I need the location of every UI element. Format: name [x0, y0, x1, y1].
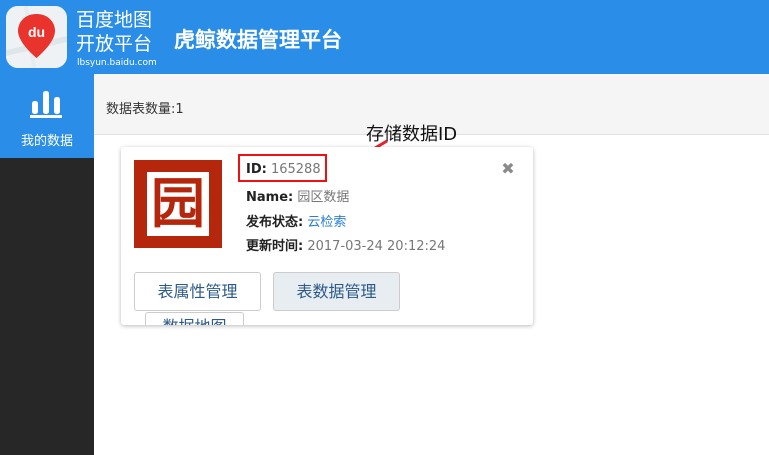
name-key: Name: — [246, 190, 294, 205]
map-pin-icon: du — [6, 6, 67, 68]
logo-line2: 开放平台 — [76, 33, 153, 55]
table-thumbnail: 园 — [134, 160, 222, 248]
time-key: 更新时间: — [246, 239, 304, 254]
sidebar-item-label: 我的数据 — [20, 134, 73, 149]
close-icon[interactable]: ✖ — [500, 161, 516, 177]
sidebar-item-my-data[interactable]: 我的数据 — [0, 74, 94, 158]
time-value: 2017-03-24 20:12:24 — [307, 239, 446, 254]
update-time-field: 更新时间: 2017-03-24 20:12:24 — [246, 235, 445, 254]
publish-status-field: 发布状态: 云检索 — [246, 211, 346, 230]
thumbnail-char: 园 — [151, 172, 205, 235]
app-title: 虎鲸数据管理平台 — [174, 28, 342, 52]
table-name-field: Name: 园区数据 — [246, 186, 349, 205]
table-attributes-button[interactable]: 表属性管理 — [134, 272, 261, 311]
table-data-button[interactable]: 表数据管理 — [273, 272, 400, 311]
data-table-card: 园 ID: 165288 Name: 园区数据 发布状态: 云检索 更新时间: … — [121, 147, 533, 325]
logo-url: lbsyun.baidu.com — [77, 58, 157, 68]
data-map-button[interactable]: 数据地图 — [145, 312, 244, 325]
bar-chart-icon — [30, 91, 62, 118]
svg-text:du: du — [28, 24, 45, 40]
status-key: 发布状态: — [246, 215, 304, 230]
status-link[interactable]: 云检索 — [307, 215, 346, 230]
baidu-map-logo[interactable]: du — [6, 6, 67, 68]
header-bar: du 百度地图 开放平台 lbsyun.baidu.com 虎鲸数据管理平台 — [0, 0, 769, 74]
logo-line1: 百度地图 — [76, 9, 153, 31]
table-count: 数据表数量:1 — [106, 102, 184, 117]
sidebar: 我的数据 — [0, 74, 94, 455]
name-value: 园区数据 — [297, 190, 350, 205]
id-highlight-box — [238, 154, 327, 182]
